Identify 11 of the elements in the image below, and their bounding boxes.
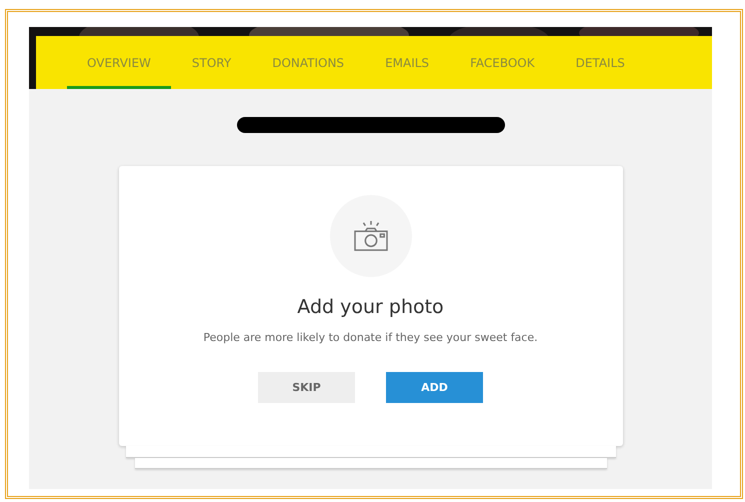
camera-icon: [352, 220, 390, 252]
add-button[interactable]: ADD: [386, 372, 483, 403]
card-message: People are more likely to donate if they see your sweet face.: [203, 331, 538, 344]
tab[interactable]: STORY: [192, 36, 232, 89]
card-title: Add your photo: [297, 296, 444, 318]
tab[interactable]: EMAILS: [385, 36, 430, 89]
tab[interactable]: DONATIONS: [272, 36, 344, 89]
skip-button[interactable]: SKIP: [258, 372, 355, 403]
tab[interactable]: FACEBOOK: [470, 36, 535, 89]
tab[interactable]: OVERVIEW: [67, 36, 171, 89]
tab[interactable]: DETAILS: [576, 36, 625, 89]
